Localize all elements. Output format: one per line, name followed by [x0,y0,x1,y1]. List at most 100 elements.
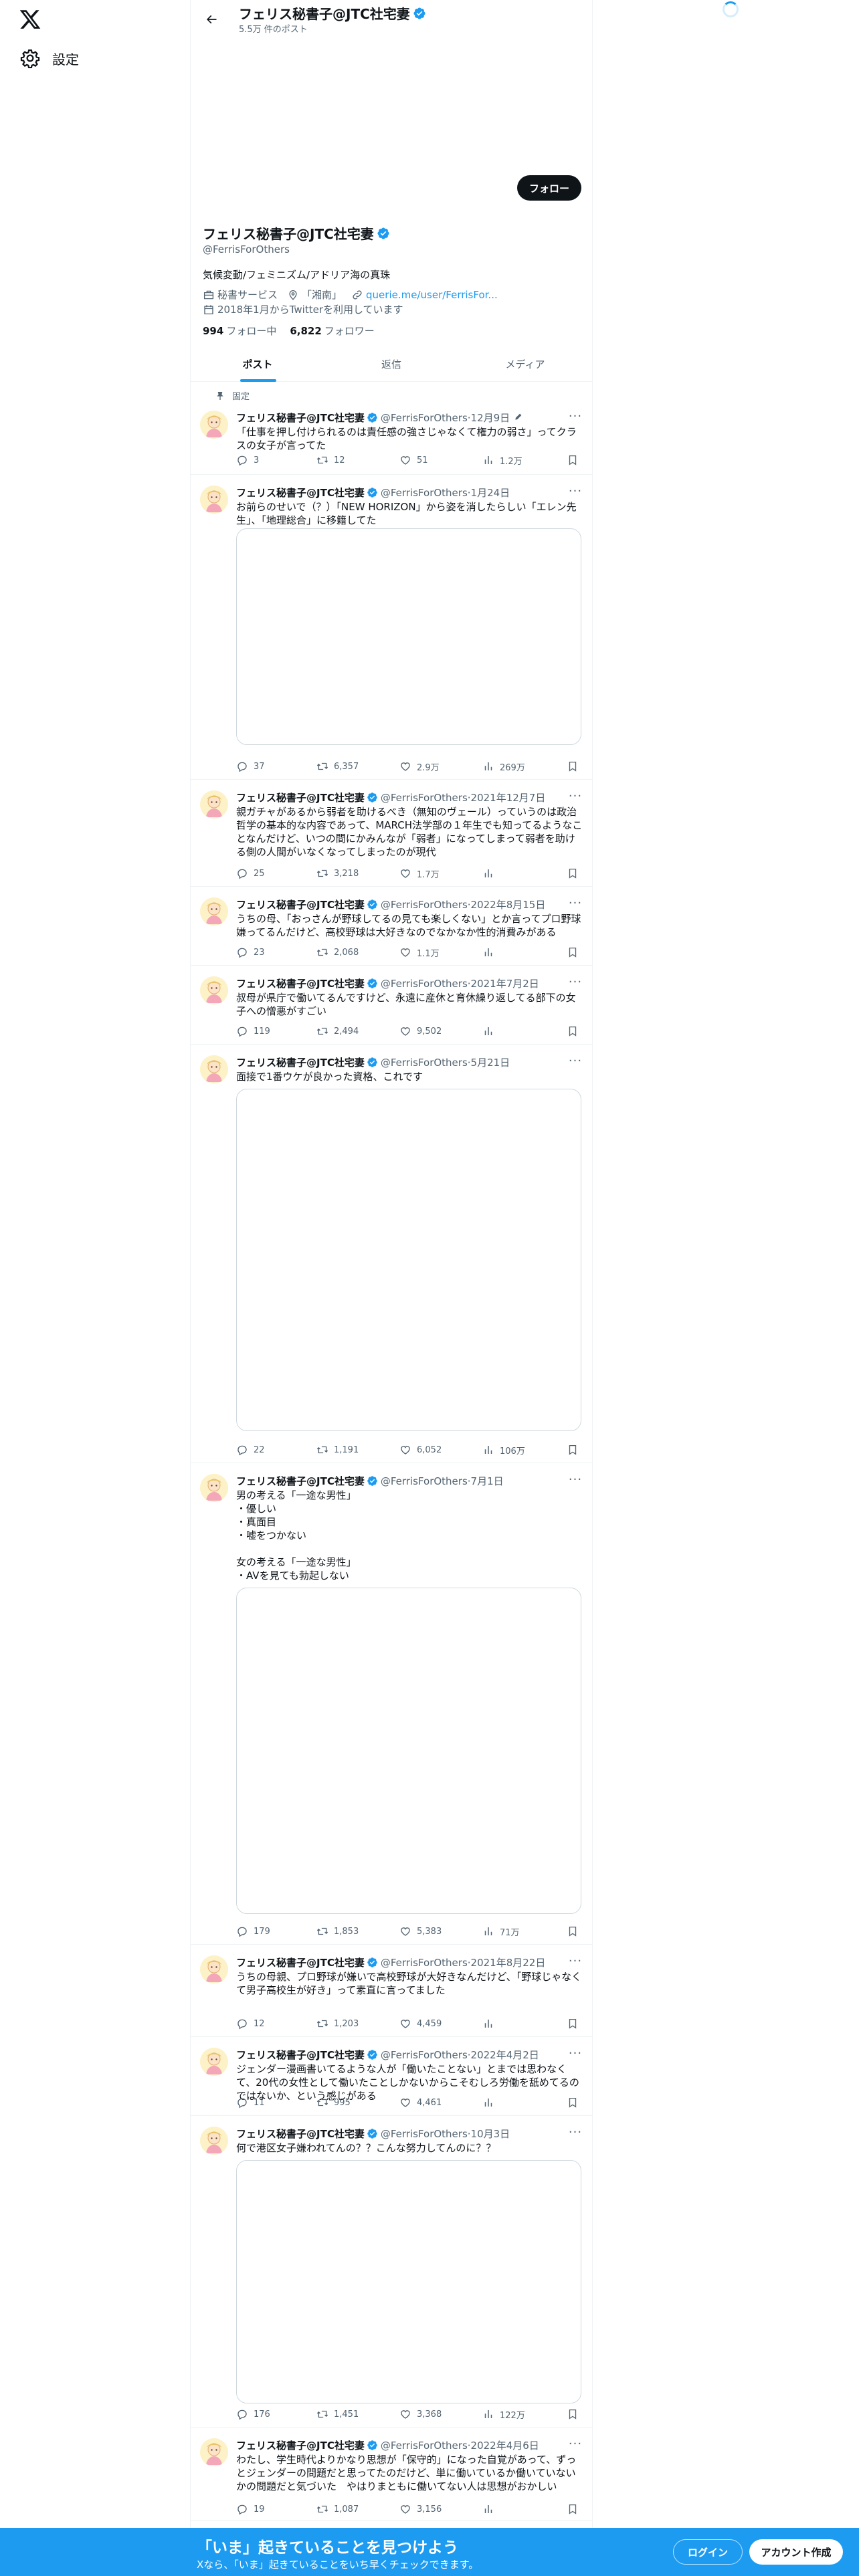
avatar[interactable] [200,2438,228,2466]
like-button[interactable]: 3,156 [399,2503,442,2515]
retweet-button[interactable]: 2,494 [316,1025,359,1037]
followers-link[interactable]: 6,822 フォロワー [290,324,374,338]
like-button[interactable]: 4,461 [399,2097,442,2109]
like-button[interactable]: 3,368 [399,2408,442,2420]
reply-button[interactable]: 176 [236,2408,270,2420]
post-author-name[interactable]: フェリス秘書子@JTC社宅妻 [236,1055,365,1069]
post-author-name[interactable]: フェリス秘書子@JTC社宅妻 [236,2048,365,2062]
more-options-icon[interactable]: ··· [567,790,584,805]
post-item[interactable]: フェリス秘書子@JTC社宅妻 @FerrisForOthers · 2021年8月… [191,1945,592,2037]
bookmark-button[interactable] [567,867,579,879]
bookmark-button[interactable] [567,2408,579,2420]
bookmark-button[interactable] [567,1444,579,1456]
retweet-button[interactable]: 1,087 [316,2503,359,2515]
views-button[interactable]: 1.2万 [482,454,522,467]
bookmark-button[interactable] [567,1025,579,1037]
avatar[interactable] [200,976,228,1004]
retweet-button[interactable]: 2,068 [316,946,359,958]
views-button[interactable] [482,867,500,879]
bookmark-button[interactable] [567,760,579,772]
login-button[interactable]: ログイン [673,2539,743,2565]
retweet-button[interactable]: 1,853 [316,1925,359,1937]
bookmark-button[interactable] [567,454,579,466]
like-button[interactable]: 9,502 [399,1025,442,1037]
post-item[interactable]: フェリス秘書子@JTC社宅妻 @FerrisForOthers · 1月24日 ··… [191,475,592,780]
more-options-icon[interactable]: ··· [567,2048,584,2062]
more-options-icon[interactable]: ··· [567,1955,584,1970]
post-author-handle[interactable]: @FerrisForOthers [381,1957,468,1969]
back-button[interactable] [200,8,223,31]
post-date[interactable]: 2022年4月2日 [471,2048,539,2062]
post-date[interactable]: 2021年8月22日 [471,1955,546,1969]
views-button[interactable]: 71万 [482,1925,520,1938]
following-link[interactable]: 994 フォロー中 [203,324,276,338]
profile-link[interactable]: querie.me/user/FerrisFor... [351,289,498,301]
like-button[interactable]: 6,052 [399,1444,442,1456]
views-button[interactable] [482,2503,500,2515]
post-author-name[interactable]: フェリス秘書子@JTC社宅妻 [236,790,365,804]
post-date[interactable]: 12月9日 [471,411,510,425]
reply-button[interactable]: 12 [236,2018,265,2030]
post-media[interactable] [236,528,581,745]
post-author-name[interactable]: フェリス秘書子@JTC社宅妻 [236,2438,365,2452]
follow-button[interactable]: フォロー [517,175,581,201]
views-button[interactable]: 106万 [482,1444,525,1457]
views-button[interactable] [482,946,500,958]
post-media[interactable] [236,2160,581,2403]
post-date[interactable]: 2022年4月6日 [471,2438,539,2452]
retweet-button[interactable]: 1,451 [316,2408,359,2420]
more-options-icon[interactable]: ··· [567,411,584,425]
avatar[interactable] [200,486,228,514]
post-author-name[interactable]: フェリス秘書子@JTC社宅妻 [236,897,365,911]
reply-button[interactable]: 37 [236,760,265,772]
more-options-icon[interactable]: ··· [567,486,584,500]
post-author-handle[interactable]: @FerrisForOthers [381,1057,468,1069]
reply-button[interactable]: 19 [236,2503,265,2515]
retweet-button[interactable]: 3,218 [316,867,359,879]
post-date[interactable]: 2021年12月7日 [471,790,546,804]
post-author-name[interactable]: フェリス秘書子@JTC社宅妻 [236,2127,365,2141]
bookmark-button[interactable] [567,1925,579,1937]
post-item[interactable]: 固定 フェリス秘書子@JTC社宅妻 @FerrisForOthers · 12月9日… [191,383,592,475]
more-options-icon[interactable]: ··· [567,976,584,991]
retweet-button[interactable]: 995 [316,2097,351,2109]
like-button[interactable]: 4,459 [399,2018,442,2030]
post-item[interactable]: フェリス秘書子@JTC社宅妻 @FerrisForOthers · 2022年8月… [191,887,592,966]
post-date[interactable]: 2021年7月2日 [471,976,539,990]
post-author-name[interactable]: フェリス秘書子@JTC社宅妻 [236,976,365,990]
retweet-button[interactable]: 6,357 [316,760,359,772]
post-author-handle[interactable]: @FerrisForOthers [381,2440,468,2452]
views-button[interactable] [482,1025,500,1037]
post-date[interactable]: 1月24日 [471,486,510,500]
post-item[interactable]: フェリス秘書子@JTC社宅妻 @FerrisForOthers · 5月21日 ··… [191,1045,592,1463]
post-date[interactable]: 7月1日 [471,1474,504,1488]
tab-posts[interactable]: ポスト [191,346,324,382]
more-options-icon[interactable]: ··· [567,2438,584,2453]
avatar[interactable] [200,790,228,819]
avatar[interactable] [200,897,228,926]
post-author-handle[interactable]: @FerrisForOthers [381,487,468,499]
retweet-button[interactable]: 12 [316,454,345,466]
like-button[interactable]: 1.7万 [399,867,440,880]
post-author-handle[interactable]: @FerrisForOthers [381,2049,468,2061]
post-media[interactable] [236,1588,581,1914]
more-options-icon[interactable]: ··· [567,1055,584,1070]
post-author-name[interactable]: フェリス秘書子@JTC社宅妻 [236,486,365,500]
post-item[interactable]: フェリス秘書子@JTC社宅妻 @FerrisForOthers · 2022年4月… [191,2037,592,2116]
signup-button[interactable]: アカウント作成 [749,2539,843,2565]
views-button[interactable] [482,2097,500,2109]
post-author-handle[interactable]: @FerrisForOthers [381,412,468,424]
bookmark-button[interactable] [567,2503,579,2515]
profile-link-text[interactable]: querie.me/user/FerrisFor... [366,289,498,301]
avatar[interactable] [200,2048,228,2076]
views-button[interactable] [482,2018,500,2030]
like-button[interactable]: 5,383 [399,1925,442,1937]
views-button[interactable]: 122万 [482,2408,525,2421]
post-date[interactable]: 10月3日 [471,2127,510,2141]
reply-button[interactable]: 11 [236,2097,265,2109]
more-options-icon[interactable]: ··· [567,2127,584,2141]
post-date[interactable]: 5月21日 [471,1055,510,1069]
post-author-handle[interactable]: @FerrisForOthers [381,792,468,804]
bookmark-button[interactable] [567,2018,579,2030]
post-author-name[interactable]: フェリス秘書子@JTC社宅妻 [236,1474,365,1488]
